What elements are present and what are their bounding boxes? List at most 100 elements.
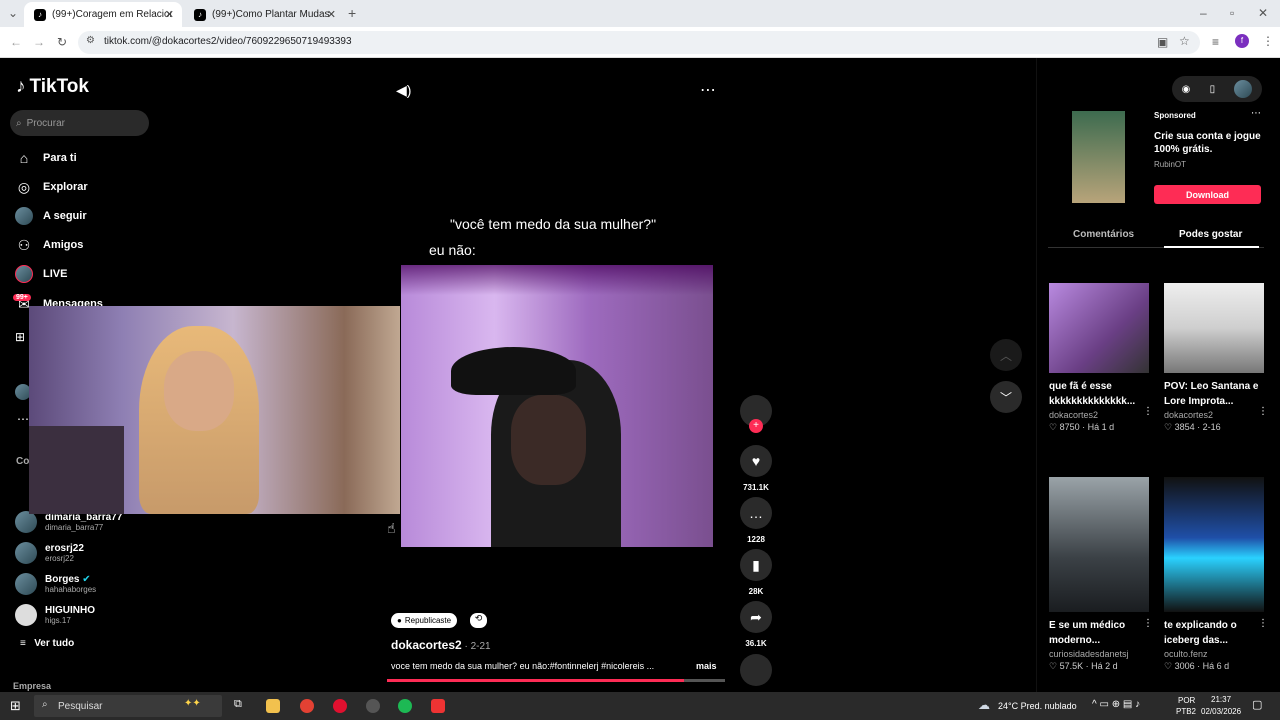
browser-tab[interactable]: ♪ (99+)Como Plantar Mudas de ✕ bbox=[184, 2, 344, 27]
more-icon[interactable]: ⋯ bbox=[17, 412, 29, 426]
tab-comments[interactable]: Comentários bbox=[1073, 229, 1134, 240]
friends-icon: ⚇ bbox=[17, 236, 31, 253]
ad-more-icon[interactable]: ⋯ bbox=[1251, 108, 1261, 119]
new-tab-button[interactable]: + bbox=[348, 5, 356, 21]
tray-icons[interactable]: ^ ▭ ⊕ ▤ ♪ bbox=[1092, 699, 1140, 710]
creator-avatar-button[interactable]: + bbox=[740, 395, 772, 433]
music-disc-button[interactable] bbox=[740, 654, 772, 686]
obs-icon[interactable] bbox=[366, 699, 380, 713]
heart-icon: ♥ bbox=[740, 445, 772, 477]
following-account[interactable]: dimaria_barra77 dimaria_barra77 bbox=[15, 511, 122, 533]
media-icon[interactable]: ≡ bbox=[1212, 35, 1219, 49]
list-icon: ≡ bbox=[20, 638, 26, 649]
republished-label: Republicaste bbox=[404, 616, 452, 625]
opera-icon[interactable] bbox=[333, 699, 347, 713]
following-account[interactable]: Borges ✔ hahahaborges bbox=[15, 573, 96, 595]
spotify-icon[interactable] bbox=[398, 699, 412, 713]
upload-icon[interactable]: ⊞ bbox=[15, 330, 25, 344]
weather-text[interactable]: 24°C Pred. nublado bbox=[998, 701, 1077, 711]
comment-button[interactable]: … 1228 bbox=[740, 497, 772, 544]
windows-start-icon[interactable]: ⊞ bbox=[10, 698, 21, 714]
video-caption-line1: "você tem medo da sua mulher?" bbox=[450, 216, 657, 232]
video-frame-left[interactable] bbox=[29, 306, 400, 514]
footer-link[interactable]: Empresa bbox=[13, 681, 51, 691]
tab-you-may-like[interactable]: Podes gostar bbox=[1179, 229, 1242, 240]
like-button[interactable]: ♥ 731.1K bbox=[740, 445, 772, 492]
reload-icon[interactable]: ↻ bbox=[57, 35, 67, 49]
file-explorer-icon[interactable] bbox=[266, 699, 280, 713]
card-more-icon[interactable]: ⋮ bbox=[1258, 618, 1268, 629]
coin-icon[interactable]: ◉ bbox=[1182, 84, 1191, 95]
profile-avatar[interactable]: f bbox=[1235, 34, 1249, 48]
tiktok-logo[interactable]: ♪ TikTok bbox=[16, 76, 89, 98]
keyboard-layout[interactable]: PTB2 bbox=[1176, 707, 1196, 716]
video-frame-right[interactable] bbox=[401, 265, 713, 547]
nav-label: Para ti bbox=[43, 152, 77, 164]
ad-thumbnail[interactable] bbox=[1072, 111, 1125, 203]
account-handle: erosrj22 bbox=[45, 553, 74, 563]
nav-friends[interactable]: ⚇ Amigos bbox=[15, 235, 84, 255]
nav-label: LIVE bbox=[43, 268, 68, 280]
suggested-video-card[interactable]: ⋮ E se um médico moderno... curiosidades… bbox=[1049, 477, 1153, 672]
site-info-icon[interactable]: ⚙ bbox=[86, 35, 95, 46]
search-placeholder: Procurar bbox=[26, 117, 65, 129]
search-input[interactable]: ⌕ Procurar bbox=[10, 110, 149, 136]
avatar bbox=[15, 604, 37, 626]
browser-tab-bar: ⌄ ♪ (99+)Coragem em Relacionamento ✕ ♪ (… bbox=[0, 0, 1280, 27]
nav-following[interactable]: A seguir bbox=[15, 206, 87, 226]
clock-time[interactable]: 21:37 bbox=[1211, 695, 1231, 704]
browser-tab-active[interactable]: ♪ (99+)Coragem em Relacionamento ✕ bbox=[24, 2, 182, 27]
close-window-icon[interactable]: ✕ bbox=[1258, 6, 1268, 20]
install-icon[interactable]: ▣ bbox=[1157, 35, 1168, 49]
video-more-icon[interactable]: ⋯ bbox=[700, 80, 716, 100]
card-more-icon[interactable]: ⋮ bbox=[1258, 406, 1268, 417]
save-button[interactable]: ▮ 28K bbox=[740, 549, 772, 596]
card-author: dokacortes2 bbox=[1164, 410, 1214, 420]
suggested-video-card[interactable]: ⋮ POV: Leo Santana e Lore Improta... dok… bbox=[1164, 283, 1268, 433]
taskbar-search-input[interactable]: ⌕ Pesquisar ✦✦ bbox=[34, 695, 222, 717]
account-name: erosrj22 bbox=[45, 542, 84, 554]
previous-video-button[interactable]: ︿ bbox=[990, 339, 1022, 371]
next-video-button[interactable]: ﹀ bbox=[990, 381, 1022, 413]
more-button[interactable]: mais bbox=[696, 661, 717, 671]
back-icon[interactable]: ← bbox=[10, 35, 22, 49]
device-icon[interactable]: ▯ bbox=[1210, 84, 1216, 95]
close-tab-icon[interactable]: ✕ bbox=[327, 8, 336, 21]
forward-icon[interactable]: → bbox=[33, 35, 45, 49]
video-author[interactable]: dokacortes2 · 2-21 bbox=[391, 638, 491, 652]
see-all-link[interactable]: ≡ Ver tudo bbox=[20, 638, 74, 649]
chrome-icon[interactable] bbox=[300, 699, 314, 713]
following-account[interactable]: erosrj22 erosrj22 bbox=[15, 542, 84, 564]
url-field[interactable]: ⚙ tiktok.com/@dokacortes2/video/76092296… bbox=[78, 31, 1200, 54]
clock-date[interactable]: 02/03/2026 bbox=[1201, 707, 1241, 716]
task-view-icon[interactable]: ⧉ bbox=[234, 698, 242, 711]
video-progress-bar[interactable] bbox=[387, 679, 725, 682]
tab-search-icon[interactable]: ⌄ bbox=[8, 6, 18, 20]
repost-icon[interactable]: ⟲ bbox=[470, 613, 487, 628]
card-more-icon[interactable]: ⋮ bbox=[1143, 406, 1153, 417]
close-tab-icon[interactable]: ✕ bbox=[165, 8, 174, 21]
follow-plus-icon[interactable]: + bbox=[749, 419, 763, 433]
menu-icon[interactable]: ⋮ bbox=[1262, 34, 1274, 48]
heart-outline-icon: ♡ bbox=[1164, 661, 1173, 671]
suggested-video-card[interactable]: ⋮ te explicando o iceberg das... oculto.… bbox=[1164, 477, 1268, 672]
volume-icon[interactable]: ◀) bbox=[396, 82, 411, 99]
bookmark-star-icon[interactable]: ☆ bbox=[1179, 34, 1190, 48]
user-avatar[interactable] bbox=[1234, 80, 1253, 98]
nav-for-you[interactable]: ⌂ Para ti bbox=[15, 148, 77, 168]
language-code[interactable]: POR bbox=[1178, 696, 1195, 705]
face-shape bbox=[164, 351, 234, 431]
nav-explore[interactable]: ◎ Explorar bbox=[15, 177, 88, 197]
app-icon[interactable] bbox=[431, 699, 445, 713]
suggested-video-card[interactable]: ⋮ que fã é esse kkkkkkkkkkkkkk... dokaco… bbox=[1049, 283, 1153, 433]
tiktok-favicon-icon: ♪ bbox=[194, 8, 206, 21]
following-account[interactable]: HIGUINHO higs.17 bbox=[15, 604, 95, 626]
minimize-icon[interactable]: – bbox=[1200, 6, 1207, 20]
nav-live[interactable]: LIVE bbox=[15, 264, 67, 284]
share-button[interactable]: ➦ 36.1K bbox=[740, 601, 772, 648]
author-name: dokacortes2 bbox=[391, 638, 462, 652]
maximize-icon[interactable]: ▫ bbox=[1230, 6, 1234, 20]
notifications-icon[interactable]: ▢ bbox=[1252, 698, 1262, 711]
card-more-icon[interactable]: ⋮ bbox=[1143, 618, 1153, 629]
ad-download-button[interactable]: Download bbox=[1154, 185, 1261, 204]
